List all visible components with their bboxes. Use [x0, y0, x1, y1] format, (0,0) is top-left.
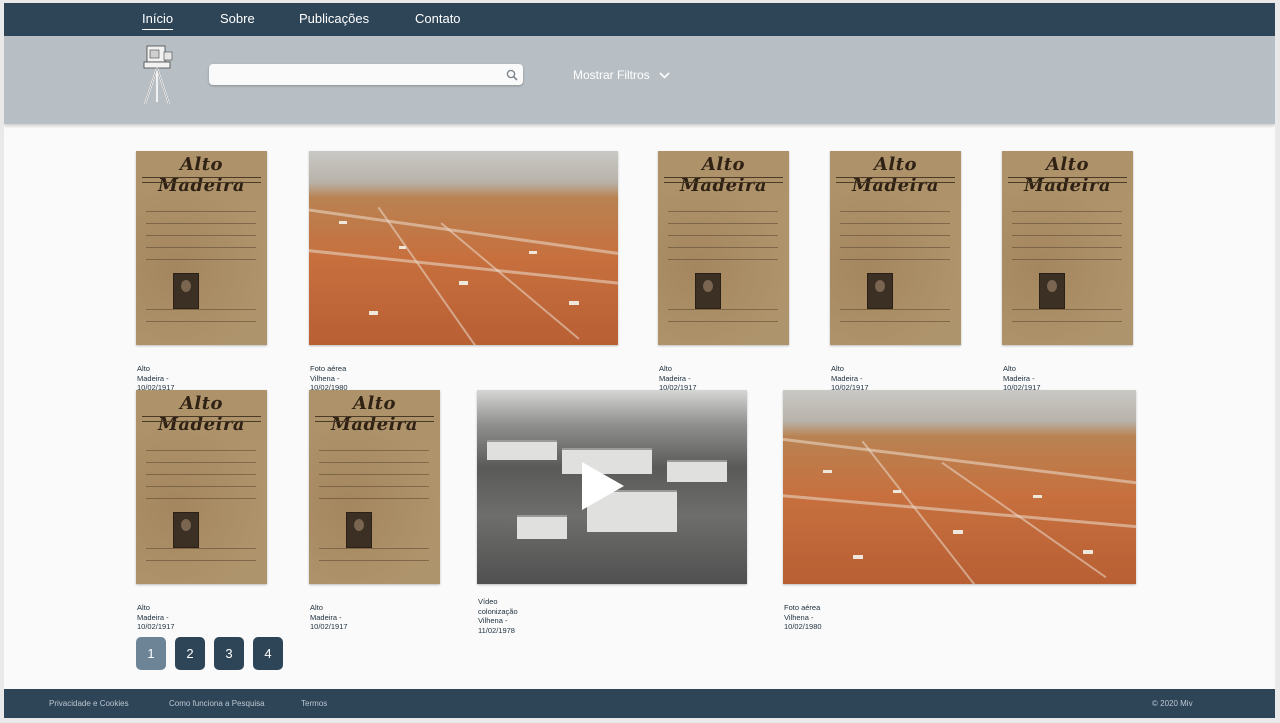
- page-button-3[interactable]: 3: [214, 637, 244, 670]
- newspaper-masthead: Alto Madeira: [157, 393, 246, 435]
- footer-link-privacy[interactable]: Privacidade e Cookies: [49, 699, 129, 708]
- newspaper-masthead: Alto Madeira: [157, 154, 246, 196]
- card-caption[interactable]: Alto Madeira - 10/02/1917: [659, 364, 697, 393]
- card-title: Foto aérea Vilhena -: [784, 603, 821, 622]
- page-button-1[interactable]: 1: [136, 637, 166, 670]
- card-caption[interactable]: Alto Madeira - 10/02/1917: [137, 603, 175, 632]
- aerial-photo-thumbnail[interactable]: [783, 390, 1136, 584]
- card-caption[interactable]: Alto Madeira - 10/02/1917: [137, 364, 175, 393]
- page-button-2[interactable]: 2: [175, 637, 205, 670]
- footer-link-terms[interactable]: Termos: [301, 699, 327, 708]
- search-input[interactable]: [209, 64, 523, 85]
- newspaper-thumbnail[interactable]: Alto Madeira: [830, 151, 961, 345]
- newspaper-masthead: Alto Madeira: [851, 154, 940, 196]
- aerial-photo-thumbnail[interactable]: [309, 151, 618, 345]
- card-title: Alto Madeira -: [831, 364, 863, 383]
- play-icon[interactable]: [582, 462, 624, 510]
- card-caption[interactable]: Alto Madeira - 10/02/1917: [310, 603, 348, 632]
- app-frame: Início Sobre Publicações Contato Mostrar…: [4, 3, 1275, 718]
- newspaper-thumbnail[interactable]: Alto Madeira: [136, 151, 267, 345]
- card-title: Alto Madeira -: [137, 364, 169, 383]
- nav-item-publicacoes[interactable]: Publicações: [299, 11, 369, 26]
- top-navigation: Início Sobre Publicações Contato: [4, 3, 1275, 36]
- chevron-down-icon: [659, 71, 670, 79]
- newspaper-masthead: Alto Madeira: [1023, 154, 1112, 196]
- camera-logo-icon[interactable]: [138, 44, 178, 106]
- show-filters-label: Mostrar Filtros: [573, 68, 650, 82]
- show-filters-toggle[interactable]: Mostrar Filtros: [573, 68, 670, 82]
- pagination: 1 2 3 4: [136, 637, 283, 670]
- footer-copyright: © 2020 Miv: [1152, 699, 1193, 708]
- nav-item-contato[interactable]: Contato: [415, 11, 461, 26]
- card-date: 11/02/1978: [478, 625, 515, 635]
- page-button-4[interactable]: 4: [253, 637, 283, 670]
- card-caption[interactable]: Alto Madeira - 10/02/1917: [1003, 364, 1041, 393]
- card-title: Alto Madeira -: [1003, 364, 1035, 383]
- card-caption[interactable]: Vídeo colonização Vilhena - 11/02/1978: [478, 597, 518, 635]
- newspaper-thumbnail[interactable]: Alto Madeira: [136, 390, 267, 584]
- newspaper-thumbnail[interactable]: Alto Madeira: [1002, 151, 1133, 345]
- newspaper-masthead: Alto Madeira: [679, 154, 768, 196]
- card-caption[interactable]: Foto aérea Vilhena - 10/02/1980: [784, 603, 822, 632]
- newspaper-thumbnail[interactable]: Alto Madeira: [309, 390, 440, 584]
- card-caption[interactable]: Foto aérea Vilhena - 10/02/1980: [310, 364, 348, 393]
- card-title: Foto aérea Vilhena -: [310, 364, 347, 383]
- card-date: 10/02/1917: [310, 622, 348, 631]
- card-title: Vídeo colonização Vilhena -: [478, 597, 518, 625]
- search-band: Mostrar Filtros: [4, 36, 1275, 124]
- search-icon[interactable]: [506, 69, 518, 81]
- card-date: 10/02/1917: [137, 622, 175, 631]
- newspaper-masthead: Alto Madeira: [330, 393, 419, 435]
- card-title: Alto Madeira -: [659, 364, 691, 383]
- card-caption[interactable]: Alto Madeira - 10/02/1917: [831, 364, 869, 393]
- nav-item-inicio[interactable]: Início: [142, 11, 174, 30]
- footer-link-how-search-works[interactable]: Como funciona a Pesquisa: [169, 699, 265, 708]
- nav-item-sobre[interactable]: Sobre: [220, 11, 255, 26]
- footer: Privacidade e Cookies Como funciona a Pe…: [4, 689, 1275, 718]
- card-title: Alto Madeira -: [310, 603, 342, 622]
- card-title: Alto Madeira -: [137, 603, 169, 622]
- card-date: 10/02/1980: [784, 622, 822, 631]
- video-thumbnail[interactable]: [477, 390, 747, 584]
- newspaper-thumbnail[interactable]: Alto Madeira: [658, 151, 789, 345]
